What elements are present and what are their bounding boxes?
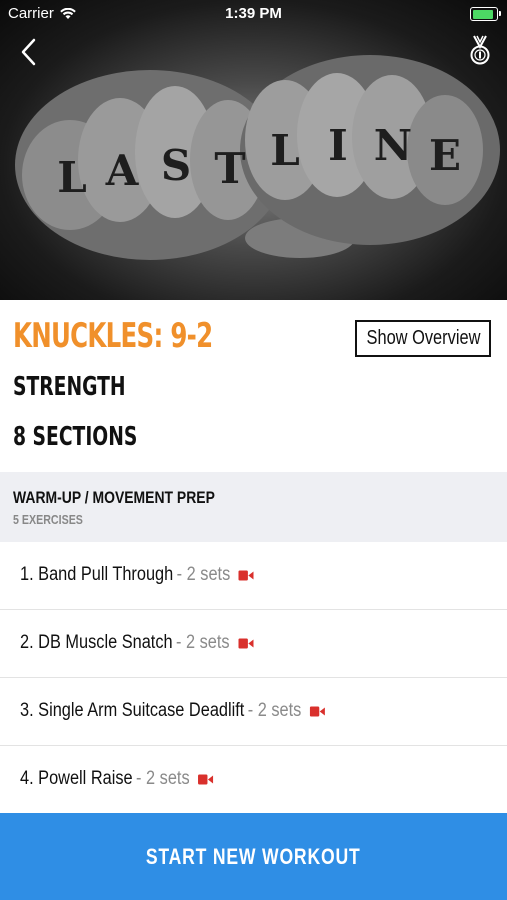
workout-title-row: KNUCKLES: 9-2 [13,316,290,356]
exercise-name: 1. Band Pull Through [20,564,174,585]
exercise-name: 4. Powell Raise [20,768,133,789]
exercise-name: 3. Single Arm Suitcase Deadlift [20,700,245,721]
battery-icon [470,7,501,21]
section-name: WARM-UP / MOVEMENT PREP [13,488,215,507]
section-exercise-count: 5 EXERCISES [13,512,83,527]
video-camera-icon[interactable] [238,638,254,649]
tattoo-letter: N [374,121,412,170]
exercise-name: 2. DB Muscle Snatch [20,632,173,653]
battery-level [472,9,493,19]
sections-count: 8 SECTIONS [13,422,138,452]
back-button[interactable] [16,36,44,68]
exercise-sets: - 2 sets [176,632,230,653]
exercise-sets: - 2 sets [176,564,231,585]
show-overview-button[interactable]: Show Overview [355,320,491,357]
status-bar: Carrier 1:39 PM [0,0,507,28]
chevron-left-icon [21,38,36,66]
tattoo-letter: L [57,153,87,202]
exercise-row[interactable]: 2. DB Muscle Snatch - 2 sets [0,610,507,678]
show-overview-label: Show Overview [366,327,480,349]
exercise-row[interactable]: 4. Powell Raise - 2 sets [0,746,507,814]
hero-image: L A S T L I N E [0,0,507,300]
tattooed-knuckles-photo: L A S T L I N E [15,55,500,260]
exercise-row[interactable]: 3. Single Arm Suitcase Deadlift - 2 sets [0,678,507,746]
video-camera-icon[interactable] [309,706,326,717]
tattoo-letter: L [270,126,300,175]
tattoo-letter: T [214,144,245,193]
tattoo-letter: A [105,146,140,195]
workout-category: STRENGTH [13,372,126,402]
tattoo-letter: I [328,121,348,170]
video-camera-icon[interactable] [238,570,254,581]
status-time: 1:39 PM [225,5,282,22]
exercise-sets: - 2 sets [136,768,190,789]
section-header: WARM-UP / MOVEMENT PREP 5 EXERCISES [0,472,507,542]
start-new-workout-label: START NEW WORKOUT [146,843,361,869]
exercise-row[interactable]: 1. Band Pull Through - 2 sets [0,542,507,610]
medal-icon [470,35,490,65]
video-camera-icon[interactable] [198,774,214,785]
tattoo-letter: S [161,141,191,190]
workout-title: KNUCKLES: 9-2 [13,316,213,356]
tattoo-letter: E [429,131,461,180]
start-new-workout-button[interactable]: START NEW WORKOUT [0,813,507,900]
medal-button[interactable] [469,35,491,67]
exercise-sets: - 2 sets [247,700,302,721]
